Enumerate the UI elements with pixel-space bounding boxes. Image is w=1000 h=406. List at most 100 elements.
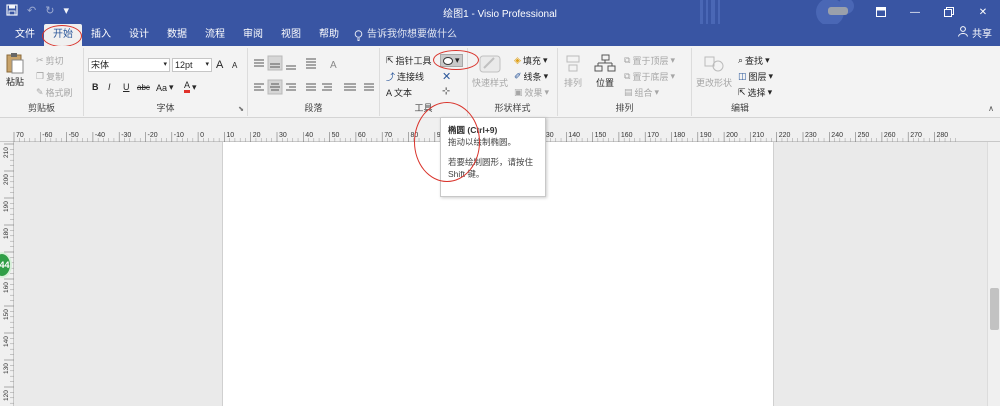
font-size-combo[interactable]: 12pt ▾: [172, 58, 212, 72]
change-case-button[interactable]: Aa ▾: [156, 82, 174, 93]
select-button[interactable]: ⇱ 选择 ▾: [738, 86, 772, 99]
clipboard-group-label: 剪贴板: [27, 103, 55, 113]
svg-text:A: A: [330, 60, 337, 71]
layers-icon: ◫: [738, 71, 747, 81]
fill-button[interactable]: ◈ 填充 ▾: [514, 54, 547, 67]
ellipse-icon: [443, 56, 453, 65]
line-button[interactable]: ✐ 线条 ▾: [514, 70, 548, 83]
copy-button[interactable]: ❐ 复制: [36, 70, 64, 83]
underline-button[interactable]: U: [123, 82, 130, 92]
minimize-icon[interactable]: —: [898, 0, 932, 24]
quick-styles-icon: [479, 55, 501, 73]
group-button[interactable]: ▤ 组合 ▾: [624, 86, 659, 99]
restore-icon[interactable]: [932, 0, 966, 24]
tab-process[interactable]: 流程: [196, 24, 234, 46]
font-name-combo[interactable]: 宋体 ▾: [88, 58, 170, 72]
tab-file[interactable]: 文件: [6, 24, 44, 46]
ruler-label: -50: [69, 132, 79, 139]
format-painter-button[interactable]: ✎ 格式刷: [36, 86, 73, 99]
quick-styles-button[interactable]: 快速样式: [472, 54, 508, 89]
grow-font-button[interactable]: A: [216, 59, 223, 71]
quick-styles-label: 快速样式: [472, 78, 509, 88]
collapse-ribbon-icon[interactable]: ∧: [988, 104, 994, 113]
ruler-label: 130: [3, 363, 10, 374]
tab-view[interactable]: 视图: [272, 24, 310, 46]
close-icon[interactable]: ✕: [966, 0, 1000, 24]
connector-label: 连接线: [397, 72, 425, 82]
send-to-back-button[interactable]: ⧉ 置于底层 ▾: [624, 70, 675, 83]
bold-button[interactable]: B: [92, 82, 99, 92]
chevron-down-icon: ▾: [205, 61, 209, 68]
tab-data[interactable]: 数据: [158, 24, 196, 46]
tab-design[interactable]: 设计: [120, 24, 158, 46]
title-bar: ↶ ↻ ▾ 绘图1 - Visio Professional — ✕: [0, 0, 1000, 24]
ruler-label: 70: [16, 132, 24, 139]
send-back-label: 置于底层: [632, 72, 669, 82]
font-color-button[interactable]: A ▾: [184, 81, 197, 93]
strikethrough-button[interactable]: abc: [137, 83, 150, 92]
tab-insert[interactable]: 插入: [82, 24, 120, 46]
ruler-label: -20: [148, 132, 158, 139]
ruler-label: 10: [226, 132, 234, 139]
title-decoration: [700, 0, 860, 24]
ellipse-tooltip: 椭圆 (Ctrl+9) 拖动以绘制椭圆。 若要绘制圆形，请按住 Shift 键。: [440, 117, 546, 197]
ruler-label: 250: [858, 132, 870, 139]
ruler-label: 80: [411, 132, 419, 139]
tab-home[interactable]: 开始: [44, 24, 82, 46]
ribbon-options-icon[interactable]: [864, 0, 898, 24]
connector-button[interactable]: ⤴ 连接线: [386, 70, 424, 83]
tell-me-box[interactable]: 告诉我你想要做什么: [354, 24, 457, 46]
cut-button[interactable]: ✂ 剪切: [36, 54, 64, 67]
bring-to-front-button[interactable]: ⧉ 置于顶层 ▾: [624, 54, 675, 67]
ruler-label: -30: [121, 132, 131, 139]
font-size-value: 12pt: [175, 60, 193, 70]
italic-button[interactable]: I: [108, 82, 111, 92]
tooltip-line2: 若要绘制圆形，请按住 Shift 键。: [448, 157, 534, 179]
chevron-down-icon: ▾: [670, 55, 675, 65]
position-button[interactable]: 位置: [594, 54, 616, 89]
effects-button[interactable]: ▣ 效果 ▾: [514, 86, 549, 99]
dialog-launcher-icon[interactable]: ⬊: [238, 105, 244, 113]
align-button[interactable]: 排列: [564, 54, 582, 89]
chevron-down-icon: ▾: [543, 71, 549, 81]
chevron-down-icon: ▾: [169, 82, 174, 92]
shrink-font-button[interactable]: A: [232, 61, 237, 70]
ellipse-tool-button[interactable]: ▾: [440, 54, 463, 67]
pointer-icon: ⇱: [386, 55, 394, 65]
change-shape-button[interactable]: 更改形状: [696, 54, 732, 89]
group-font: 宋体 ▾ 12pt ▾ A A B I U abc Aa ▾ A ▾ 字体 ⬊: [84, 48, 248, 116]
ruler-label: -10: [174, 132, 184, 139]
fill-icon: ◈: [514, 55, 521, 65]
ruler-label: 50: [332, 132, 340, 139]
ruler-label: 260: [884, 132, 896, 139]
group-editing: 更改形状 ⌕ 查找 ▾ ◫ 图层 ▾ ⇱ 选择 ▾ 编辑: [692, 48, 788, 116]
layers-label: 图层: [748, 72, 767, 82]
layers-button[interactable]: ◫ 图层 ▾: [738, 70, 773, 83]
pointer-tool-label: 指针工具: [395, 56, 432, 66]
text-tool-label: 文本: [394, 88, 413, 98]
share-button[interactable]: 共享: [958, 24, 992, 46]
paste-button[interactable]: 粘贴: [6, 52, 24, 88]
scrollbar-thumb[interactable]: [990, 288, 999, 330]
paragraph-align-icons[interactable]: A: [248, 54, 380, 104]
paragraph-group-label: 段落: [304, 103, 323, 113]
tab-review[interactable]: 审阅: [234, 24, 272, 46]
delete-connector-icon[interactable]: ✕: [442, 70, 451, 83]
share-label: 共享: [972, 29, 992, 40]
send-back-icon: ⧉: [624, 71, 631, 81]
connection-point-icon[interactable]: ⊹: [442, 86, 450, 97]
align-label: 排列: [564, 78, 583, 88]
position-icon: [594, 54, 616, 72]
find-button[interactable]: ⌕ 查找 ▾: [738, 54, 770, 67]
tools-group-label: 工具: [414, 103, 433, 113]
position-label: 位置: [595, 78, 614, 88]
vertical-scrollbar[interactable]: [987, 142, 1000, 406]
group-label: 组合: [634, 88, 653, 98]
tab-help[interactable]: 帮助: [310, 24, 348, 46]
text-tool-button[interactable]: A 文本: [386, 86, 412, 99]
ruler-label: 280: [937, 132, 949, 139]
ruler-label: 220: [779, 132, 791, 139]
bring-front-icon: ⧉: [624, 55, 631, 65]
copy-label: 复制: [46, 72, 65, 82]
pointer-tool-button[interactable]: ⇱ 指针工具: [386, 54, 432, 67]
